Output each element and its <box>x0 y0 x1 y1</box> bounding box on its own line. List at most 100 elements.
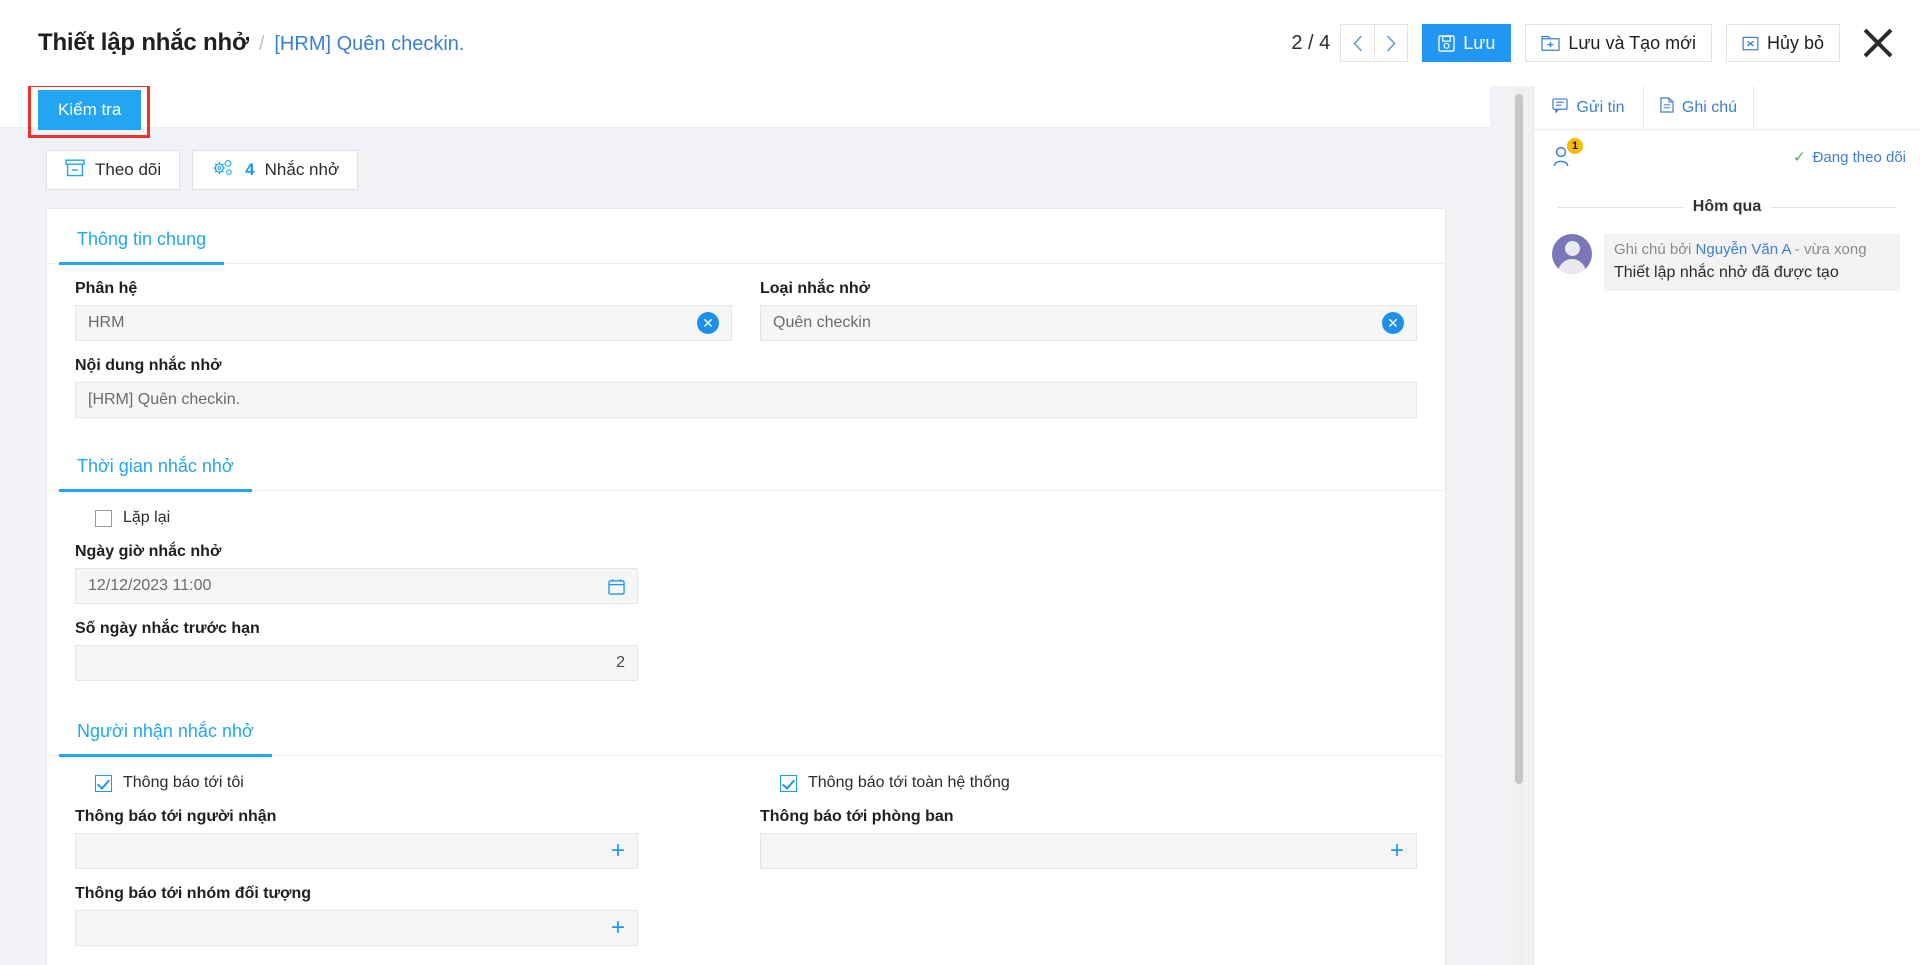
clear-icon[interactable]: ✕ <box>1382 312 1404 334</box>
notify-me-row[interactable]: Thông báo tới tôi <box>95 774 732 792</box>
cancel-button[interactable]: Hủy bỏ <box>1725 24 1840 62</box>
activity-tabs: Gửi tin Ghi chú <box>1534 86 1920 130</box>
datetime-label: Ngày giờ nhắc nhở <box>75 543 222 560</box>
row-notify-group: Thông báo tới nhóm đối tượng + <box>47 869 1445 946</box>
save-and-new-button[interactable]: Lưu và Tạo mới <box>1525 24 1712 62</box>
row-days-before: Số ngày nhắc trước hạn 2 <box>47 604 1445 681</box>
activity-pane: Gửi tin Ghi chú 1 ✓ Đang theo dõi Hôm qu… <box>1533 86 1920 965</box>
following-toggle[interactable]: ✓ Đang theo dõi <box>1793 148 1906 167</box>
reminder-type-value: Quên checkin <box>773 314 871 331</box>
datetime-input[interactable]: 12/12/2023 11:00 <box>75 568 638 604</box>
notify-group-label: Thông báo tới nhóm đối tượng <box>75 885 312 902</box>
breadcrumb-separator: / <box>258 33 265 55</box>
tab-ghi-chu-label: Ghi chú <box>1681 98 1738 116</box>
note-author[interactable]: Nguyễn Văn A <box>1696 241 1791 258</box>
follower-count-badge: 1 <box>1567 138 1583 154</box>
chip-nhac-nho[interactable]: 4 Nhắc nhở <box>192 150 359 190</box>
activity-tabs-filler <box>1754 86 1920 130</box>
add-icon[interactable]: + <box>1390 839 1404 863</box>
module-label: Phân hệ <box>75 280 138 297</box>
close-button[interactable] <box>1858 23 1898 63</box>
field-reminder-type: Loại nhắc nhở Quên checkin ✕ <box>746 264 1431 341</box>
notify-recipient-input[interactable]: + <box>75 833 638 869</box>
add-icon[interactable]: + <box>611 839 625 863</box>
save-new-icon <box>1541 35 1560 52</box>
form-scrollbar-thumb[interactable] <box>1515 94 1523 784</box>
cancel-icon <box>1742 35 1759 52</box>
calendar-icon[interactable] <box>608 578 625 595</box>
content-value: [HRM] Quên checkin. <box>88 391 241 408</box>
field-days-before: Số ngày nhắc trước hạn 2 <box>61 604 746 681</box>
module-value: HRM <box>88 314 125 331</box>
notify-all-checkbox[interactable] <box>780 774 797 792</box>
days-before-label: Số ngày nhắc trước hạn <box>75 620 260 637</box>
module-input[interactable]: HRM ✕ <box>75 305 732 341</box>
breadcrumb-record-link[interactable]: [HRM] Quên checkin. <box>274 33 464 56</box>
section-tabs-time: Thời gian nhắc nhở <box>47 436 1445 492</box>
chip-theo-doi[interactable]: Theo dõi <box>46 150 181 190</box>
section-tabs-general: Thông tin chung <box>47 209 1445 265</box>
check-button[interactable]: Kiểm tra <box>38 90 142 130</box>
days-before-value: 2 <box>616 654 625 671</box>
record-pager <box>1340 24 1409 62</box>
repeat-checkbox-row[interactable]: Lặp lại <box>95 509 1417 527</box>
day-separator-line-left <box>1558 206 1683 208</box>
content-input[interactable]: [HRM] Quên checkin. <box>75 382 1417 418</box>
related-chip-row: Theo dõi 4 Nhắc nhở <box>0 128 1533 208</box>
day-separator-line-right <box>1771 206 1897 208</box>
repeat-checkbox[interactable] <box>95 509 112 527</box>
note-body: Ghi chú bởi Nguyễn Văn A - vừa xong Thiế… <box>1604 234 1900 291</box>
note-meta: Ghi chú bởi Nguyễn Văn A - vừa xong <box>1614 239 1890 261</box>
note-time: - vừa xong <box>1790 241 1867 258</box>
notify-group-input[interactable]: + <box>75 910 638 946</box>
save-and-new-label: Lưu và Tạo mới <box>1568 32 1696 53</box>
tab-thong-tin-chung[interactable]: Thông tin chung <box>59 223 225 265</box>
notify-department-input[interactable]: + <box>760 833 1417 869</box>
tab-nguoi-nhan-nhac-nho[interactable]: Người nhận nhắc nhở <box>59 715 272 757</box>
close-icon <box>1863 28 1893 58</box>
reminder-type-input[interactable]: Quên checkin ✕ <box>760 305 1417 341</box>
tab-gui-tin[interactable]: Gửi tin <box>1534 86 1644 130</box>
clear-icon[interactable]: ✕ <box>697 312 719 334</box>
field-datetime: Ngày giờ nhắc nhở 12/12/2023 11:00 <box>61 527 746 604</box>
next-record-button[interactable] <box>1374 24 1409 62</box>
activity-note-item: Ghi chú bởi Nguyễn Văn A - vừa xong Thiế… <box>1534 216 1920 291</box>
note-text: Thiết lập nhắc nhở đã được tạo <box>1614 263 1839 281</box>
chevron-left-icon <box>1353 34 1362 52</box>
cancel-button-label: Hủy bỏ <box>1766 32 1824 53</box>
field-notify-all: Thông báo tới toàn hệ thống <box>746 756 1431 792</box>
add-icon[interactable]: + <box>611 916 625 940</box>
reminder-type-label: Loại nhắc nhở <box>760 280 871 297</box>
notify-all-label: Thông báo tới toàn hệ thống <box>808 774 1010 791</box>
repeat-label: Lặp lại <box>123 509 171 526</box>
message-icon <box>1552 97 1569 118</box>
field-notify-group: Thông báo tới nhóm đối tượng + <box>61 869 746 946</box>
save-button[interactable]: Lưu <box>1422 24 1512 62</box>
form-pane: Kiểm tra Theo dõi 4 Nhắc nhở Thông tin c… <box>0 86 1533 965</box>
save-button-label: Lưu <box>1463 32 1496 53</box>
follower-bar: 1 ✓ Đang theo dõi <box>1534 130 1920 176</box>
breadcrumb: Thiết lập nhắc nhở / [HRM] Quên checkin. <box>38 29 464 57</box>
field-module: Phân hệ HRM ✕ <box>61 264 746 341</box>
page-header: Thiết lập nhắc nhở / [HRM] Quên checkin.… <box>0 0 1920 86</box>
record-pager-count: 2 / 4 <box>1291 31 1331 54</box>
notify-me-checkbox[interactable] <box>95 774 112 792</box>
header-actions: 2 / 4 Lưu Lưu và Tạo mới Hủy bỏ <box>1291 23 1898 63</box>
notify-department-label: Thông báo tới phòng ban <box>760 808 954 825</box>
field-notify-me: Thông báo tới tôi <box>61 756 746 792</box>
tab-ghi-chu[interactable]: Ghi chú <box>1644 86 1754 130</box>
notify-all-row[interactable]: Thông báo tới toàn hệ thống <box>780 774 1417 792</box>
followers-button[interactable]: 1 <box>1552 138 1583 170</box>
days-before-input[interactable]: 2 <box>75 645 638 681</box>
avatar <box>1552 234 1592 274</box>
section-tabs-recipients: Người nhận nhắc nhở <box>47 701 1445 757</box>
app-root: Thiết lập nhắc nhở / [HRM] Quên checkin.… <box>0 0 1920 965</box>
prev-record-button[interactable] <box>1340 24 1375 62</box>
chip-nhac-nho-label: Nhắc nhở <box>264 160 340 179</box>
form-scrollbar[interactable] <box>1514 86 1524 965</box>
day-separator-label: Hôm qua <box>1692 198 1762 215</box>
page-title: Thiết lập nhắc nhở <box>38 29 249 56</box>
form-card: Thông tin chung Phân hệ HRM ✕ Loại nhắc … <box>46 208 1446 965</box>
tab-thoi-gian-nhac-nho[interactable]: Thời gian nhắc nhở <box>59 450 252 492</box>
content-label: Nội dung nhắc nhở <box>75 357 222 374</box>
